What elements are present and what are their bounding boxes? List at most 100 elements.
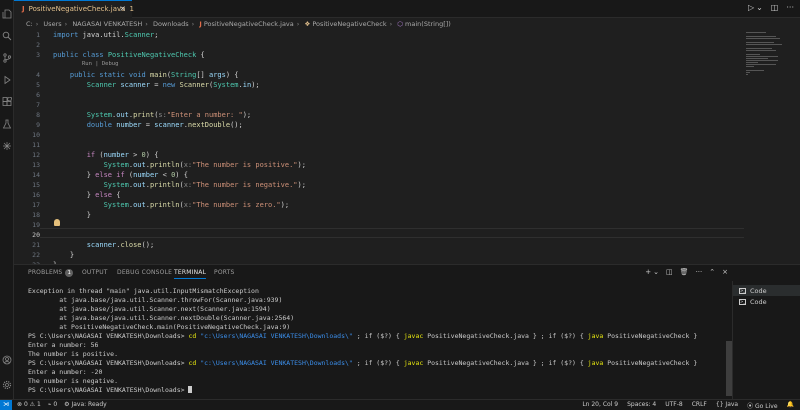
encoding[interactable]: UTF-8 bbox=[665, 401, 683, 410]
tab-positivenegativecheck[interactable]: J PositiveNegativeCheck.java 1 × bbox=[14, 0, 134, 18]
cursor-position[interactable]: Ln 20, Col 9 bbox=[582, 401, 618, 410]
method-symbol-icon: ⬡ bbox=[397, 20, 403, 28]
terminal-instance[interactable]: >_ Code bbox=[733, 285, 800, 296]
code-line[interactable]: 17 System.out.println(x:"The number is z… bbox=[14, 200, 744, 210]
breadcrumb-item[interactable]: PositiveNegativeCheck.java bbox=[204, 20, 294, 28]
breadcrumb-item[interactable]: main(String[]) bbox=[405, 20, 451, 28]
manage-gear-icon[interactable] bbox=[2, 380, 12, 390]
more-icon[interactable]: ··· bbox=[696, 268, 703, 276]
breadcrumb-item[interactable]: NAGASAI VENKATESH bbox=[72, 20, 142, 28]
minimap-line bbox=[746, 74, 748, 75]
line-number: 9 bbox=[36, 121, 40, 129]
code-line[interactable]: 7 bbox=[14, 100, 744, 110]
problems-badge: 1 bbox=[65, 269, 74, 277]
notifications-icon[interactable]: 🔔 bbox=[787, 401, 794, 410]
tab-output[interactable]: OUTPUT bbox=[82, 269, 108, 276]
lightbulb-icon[interactable] bbox=[54, 219, 60, 226]
line-number: 2 bbox=[36, 41, 40, 49]
breadcrumb-item[interactable]: Downloads bbox=[153, 20, 189, 28]
terminal-line: PS C:\Users\NAGASAI VENKATESH\Downloads>… bbox=[28, 359, 698, 367]
run-icon[interactable]: ▷ bbox=[748, 3, 754, 12]
minimap-line bbox=[746, 72, 750, 73]
java-file-icon: J bbox=[199, 20, 202, 28]
java-status[interactable]: ⚙ Java: Ready bbox=[64, 401, 107, 408]
code-line[interactable]: 15 System.out.println(x:"The number is n… bbox=[14, 180, 744, 190]
code-line[interactable]: 1 import java.util.Scanner; bbox=[14, 30, 744, 40]
code-line[interactable]: 14 } else if (number < 0) { bbox=[14, 170, 744, 180]
terminal-output[interactable]: Exception in thread "main" java.util.Inp… bbox=[28, 287, 728, 400]
minimap-line bbox=[746, 32, 766, 33]
code-line[interactable]: 13 System.out.println(x:"The number is p… bbox=[14, 160, 744, 170]
code-line[interactable]: 10 bbox=[14, 130, 744, 140]
close-panel-icon[interactable]: × bbox=[722, 268, 728, 276]
more-actions-icon[interactable]: ··· bbox=[786, 3, 794, 12]
run-debug-icon[interactable] bbox=[2, 75, 12, 85]
code-line[interactable]: 8 System.out.print(s:"Enter a number: ")… bbox=[14, 110, 744, 120]
tab-debug-console[interactable]: DEBUG CONSOLE bbox=[117, 269, 172, 276]
line-number: 11 bbox=[32, 141, 40, 149]
tab-ports[interactable]: PORTS bbox=[214, 269, 235, 276]
ports-status[interactable]: ⌁ 0 bbox=[48, 401, 57, 408]
codelens-run-debug[interactable]: Run | Debug bbox=[82, 60, 118, 68]
class-symbol-icon: ❖ bbox=[304, 20, 311, 28]
account-icon[interactable] bbox=[2, 355, 12, 365]
code-text: public static void main(String[] args) { bbox=[69, 71, 239, 79]
problems-status[interactable]: ⊗ 0 ⚠ 1 bbox=[17, 401, 41, 408]
minimap[interactable] bbox=[744, 30, 800, 264]
minimap-line bbox=[746, 36, 776, 37]
extensions-icon[interactable] bbox=[2, 97, 12, 107]
java-projects-icon[interactable] bbox=[2, 141, 12, 151]
tab-terminal[interactable]: TERMINAL bbox=[174, 269, 207, 279]
panel-actions: + ⌄ ◫ 🗑 ··· ⌃ × bbox=[645, 268, 728, 276]
code-text: public class PositiveNegativeCheck { bbox=[53, 51, 205, 59]
indentation[interactable]: Spaces: 4 bbox=[627, 401, 656, 410]
code-line[interactable]: 21 scanner.close(); bbox=[14, 240, 744, 250]
code-line[interactable]: 22 } bbox=[14, 250, 744, 260]
code-line[interactable]: 4 public static void main(String[] args)… bbox=[14, 70, 744, 80]
split-terminal-icon[interactable]: ◫ bbox=[666, 268, 673, 276]
breadcrumb-item[interactable]: PositiveNegativeCheck bbox=[312, 20, 386, 28]
breadcrumb-item[interactable]: C: bbox=[26, 20, 33, 28]
terminal-instance[interactable]: >_ Code bbox=[733, 296, 800, 307]
tab-problem-count: 1 bbox=[129, 5, 134, 13]
code-line[interactable]: 16 } else { bbox=[14, 190, 744, 200]
code-line[interactable]: 18 } bbox=[14, 210, 744, 220]
end-of-line[interactable]: CRLF bbox=[692, 401, 707, 410]
maximize-panel-icon[interactable]: ⌃ bbox=[709, 268, 715, 276]
code-line[interactable]: 2 bbox=[14, 40, 744, 50]
terminal-line: at java.base/java.util.Scanner.nextDoubl… bbox=[28, 314, 295, 322]
minimap-line bbox=[746, 44, 782, 45]
code-line[interactable]: 6 bbox=[14, 90, 744, 100]
terminal-line: at PositiveNegativeCheck.main(PositiveNe… bbox=[28, 323, 291, 331]
code-line[interactable]: 11 bbox=[14, 140, 744, 150]
code-line[interactable]: 5 Scanner scanner = new Scanner(System.i… bbox=[14, 80, 744, 90]
split-editor-icon[interactable]: ◫ bbox=[771, 3, 779, 12]
kill-terminal-icon[interactable]: 🗑 bbox=[680, 268, 689, 276]
language-mode[interactable]: {} Java bbox=[716, 401, 738, 410]
close-tab-icon[interactable]: × bbox=[119, 4, 126, 13]
status-bar: ⋊ ⊗ 0 ⚠ 1 ⌁ 0 ⚙ Java: Ready Ln 20, Col 9… bbox=[0, 399, 800, 410]
code-editor[interactable]: 1 import java.util.Scanner; 2 3 public class… bbox=[14, 30, 800, 264]
line-number: 17 bbox=[32, 201, 40, 209]
remote-indicator-icon[interactable]: ⋊ bbox=[0, 400, 12, 410]
code-line[interactable]: 9 double number = scanner.nextDouble(); bbox=[14, 120, 744, 130]
java-file-icon: J bbox=[22, 5, 25, 13]
source-control-icon[interactable] bbox=[2, 53, 12, 63]
tab-problems[interactable]: PROBLEMS 1 bbox=[28, 269, 74, 277]
minimap-line bbox=[746, 62, 758, 63]
breadcrumb-item[interactable]: Users bbox=[43, 20, 61, 28]
code-line[interactable]: 12 if (number > 0) { bbox=[14, 150, 744, 160]
code-text: System.out.print(s:"Enter a number: "); bbox=[86, 111, 252, 119]
terminal-dropdown-icon[interactable]: ⌄ bbox=[653, 268, 659, 276]
testing-icon[interactable] bbox=[2, 119, 12, 129]
explorer-icon[interactable] bbox=[2, 9, 12, 19]
terminal-line: Enter a number: -20 bbox=[28, 368, 103, 376]
panel-tab-bar: PROBLEMS 1 OUTPUT DEBUG CONSOLE TERMINAL … bbox=[14, 265, 800, 281]
code-text: double number = scanner.nextDouble(); bbox=[86, 121, 243, 129]
run-dropdown-icon[interactable]: ⌄ bbox=[756, 3, 763, 12]
go-live-button[interactable]: ⦿ Go Live bbox=[747, 401, 777, 410]
terminal-line: The number is positive. bbox=[28, 350, 119, 358]
new-terminal-icon[interactable]: + bbox=[645, 268, 651, 276]
search-icon[interactable] bbox=[2, 31, 12, 41]
code-line[interactable]: 3 public class PositiveNegativeCheck { bbox=[14, 50, 744, 60]
